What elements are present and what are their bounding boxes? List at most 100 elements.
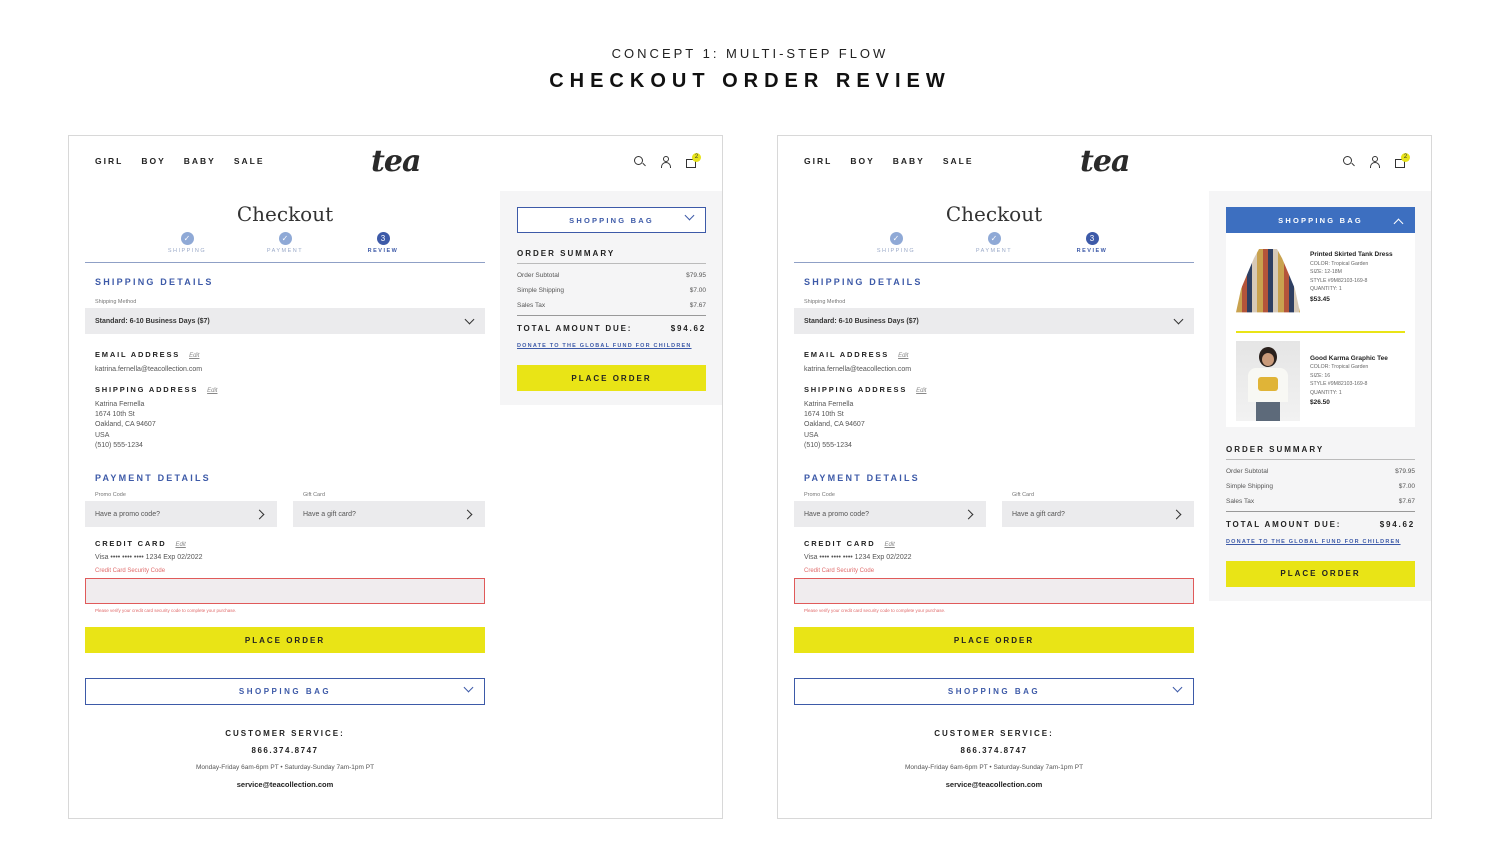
edit-address-link[interactable]: Edit <box>207 388 217 394</box>
order-summary-panel: SHOPPING BAG Printed Skirted Tank Dress … <box>1209 191 1431 601</box>
search-icon[interactable] <box>1343 156 1355 168</box>
nav-item-boy[interactable]: BOY <box>141 156 165 166</box>
nav-item-baby[interactable]: BABY <box>893 156 925 166</box>
search-icon[interactable] <box>634 156 646 168</box>
nav-item-girl[interactable]: GIRL <box>95 156 123 166</box>
address-line: USA <box>804 431 819 439</box>
edit-email-link[interactable]: Edit <box>898 353 908 359</box>
chevron-up-icon <box>1393 218 1404 229</box>
security-code-input[interactable] <box>794 578 1194 605</box>
step-label: SHIPPING <box>167 248 207 254</box>
shopping-bag-toggle[interactable]: SHOPPING BAG <box>794 678 1194 706</box>
nav-item-sale[interactable]: SALE <box>234 156 265 166</box>
customer-service-phone[interactable]: 866.374.8747 <box>794 746 1194 755</box>
edit-card-link[interactable]: Edit <box>175 542 185 548</box>
place-order-button[interactable]: PLACE ORDER <box>85 627 485 654</box>
checkout-column: Checkout ✓ SHIPPING ✓ PAYMENT 3 REVIEW S… <box>794 196 1194 789</box>
item-price: $53.45 <box>1310 295 1330 303</box>
step-shipping[interactable]: ✓ SHIPPING <box>157 232 217 254</box>
tee-thumbnail <box>1236 340 1300 421</box>
customer-service-hours: Monday-Friday 6am-6pm PT • Saturday-Sund… <box>195 764 375 772</box>
shopping-bag-toggle[interactable]: SHOPPING BAG <box>85 678 485 706</box>
shopping-bag-toggle[interactable]: SHOPPING BAG <box>517 207 706 233</box>
place-order-button[interactable]: PLACE ORDER <box>1226 560 1415 587</box>
edit-address-link[interactable]: Edit <box>916 388 926 394</box>
customer-service-email[interactable]: service@teacollection.com <box>85 780 485 789</box>
step-review: 3 REVIEW <box>353 232 413 254</box>
cart-count-badge: 2 <box>1401 153 1410 162</box>
promo-code-input[interactable]: Have a promo code? <box>85 501 277 528</box>
step-shipping[interactable]: ✓ SHIPPING <box>866 232 926 254</box>
step-payment[interactable]: ✓ PAYMENT <box>964 232 1024 254</box>
donate-link[interactable]: DONATE TO THE GLOBAL FUND FOR CHILDREN <box>517 343 706 349</box>
order-summary-panel: SHOPPING BAG ORDER SUMMARY Order Subtota… <box>500 191 722 405</box>
user-icon[interactable] <box>660 156 672 168</box>
step-number: 3 <box>376 232 390 245</box>
summary-value: $7.67 <box>689 302 706 309</box>
gift-card-input[interactable]: Have a gift card? <box>1002 501 1194 528</box>
shipping-method-label: Shipping Method <box>804 299 846 305</box>
item-price: $26.50 <box>1310 399 1330 407</box>
shipping-address: Katrina Fernella 1674 10th St Oakland, C… <box>804 400 1194 451</box>
place-order-button[interactable]: PLACE ORDER <box>517 365 706 391</box>
user-icon[interactable] <box>1369 156 1381 168</box>
summary-value: $7.00 <box>1398 482 1415 490</box>
nav-item-sale[interactable]: SALE <box>943 156 974 166</box>
step-label: REVIEW <box>367 248 399 254</box>
address-line: 1674 10th St <box>95 411 135 419</box>
summary-value: $7.00 <box>689 287 706 294</box>
gift-card-input[interactable]: Have a gift card? <box>293 501 485 528</box>
summary-label: Order Subtotal <box>1226 467 1269 475</box>
tea-logo[interactable]: tea <box>371 144 421 179</box>
shipping-details-heading: SHIPPING DETAILS <box>95 277 214 287</box>
place-order-button[interactable]: PLACE ORDER <box>794 627 1194 654</box>
checkout-frame-collapsed-bag: GIRL BOY BABY SALE tea 2 Checkout ✓ SHIP… <box>68 135 723 819</box>
bag-item[interactable]: Printed Skirted Tank Dress COLOR: Tropic… <box>1236 243 1405 323</box>
checkout-steps: ✓ SHIPPING ✓ PAYMENT 3 REVIEW <box>866 232 1122 254</box>
summary-label: Order Subtotal <box>517 272 560 279</box>
header-icons: 2 <box>1343 153 1410 168</box>
shopping-bag-toggle[interactable]: SHOPPING BAG <box>1226 207 1415 233</box>
customer-service: CUSTOMER SERVICE: 866.374.8747 Monday-Fr… <box>794 729 1194 789</box>
total-row: TOTAL AMOUNT DUE: $94.62 <box>517 315 706 333</box>
customer-service-phone[interactable]: 866.374.8747 <box>85 746 485 755</box>
nav-item-boy[interactable]: BOY <box>850 156 874 166</box>
donate-link[interactable]: DONATE TO THE GLOBAL FUND FOR CHILDREN <box>1226 539 1415 545</box>
total-value: $94.62 <box>1379 519 1415 529</box>
bag-icon[interactable]: 2 <box>1395 153 1410 168</box>
bag-items-list: Printed Skirted Tank Dress COLOR: Tropic… <box>1226 233 1415 427</box>
security-code-label: Credit Card Security Code <box>804 568 875 575</box>
shopping-bag-label: SHOPPING BAG <box>1278 215 1363 225</box>
order-summary-heading: ORDER SUMMARY <box>517 249 706 264</box>
tea-logo[interactable]: tea <box>1080 144 1130 179</box>
shipping-method-label: Shipping Method <box>95 299 137 305</box>
email-label: EMAIL ADDRESS <box>95 350 181 359</box>
edit-email-link[interactable]: Edit <box>189 353 199 359</box>
security-code-input[interactable] <box>85 578 485 605</box>
address-line: 1674 10th St <box>804 411 844 419</box>
checkout-steps: ✓ SHIPPING ✓ PAYMENT 3 REVIEW <box>157 232 413 254</box>
chevron-down-icon <box>1173 314 1184 324</box>
bag-item[interactable]: Good Karma Graphic Tee COLOR: Tropical G… <box>1236 340 1405 421</box>
shipping-method-select[interactable]: Standard: 6-10 Business Days ($7) <box>794 308 1194 334</box>
check-icon: ✓ <box>278 232 292 245</box>
chevron-right-icon <box>963 509 974 519</box>
address-line: Oakland, CA 94607 <box>804 421 865 429</box>
bag-icon[interactable]: 2 <box>686 153 701 168</box>
nav-item-girl[interactable]: GIRL <box>804 156 832 166</box>
promo-code-input[interactable]: Have a promo code? <box>794 501 986 528</box>
checkout-frame-expanded-bag: GIRL BOY BABY SALE tea 2 Checkout ✓ SHIP… <box>777 135 1432 819</box>
main-nav: GIRL BOY BABY SALE <box>804 156 974 166</box>
summary-label: Simple Shipping <box>517 287 564 294</box>
shopping-bag-label: SHOPPING BAG <box>238 687 332 697</box>
promo-code-placeholder: Have a promo code? <box>95 510 160 518</box>
edit-card-link[interactable]: Edit <box>884 542 894 548</box>
address-line: USA <box>95 431 110 439</box>
email-label: EMAIL ADDRESS <box>804 350 890 359</box>
customer-service-email[interactable]: service@teacollection.com <box>794 780 1194 789</box>
security-code-label: Credit Card Security Code <box>95 568 166 575</box>
shipping-method-select[interactable]: Standard: 6-10 Business Days ($7) <box>85 308 485 334</box>
nav-item-baby[interactable]: BABY <box>184 156 216 166</box>
item-name: Good Karma Graphic Tee <box>1310 354 1388 362</box>
step-payment[interactable]: ✓ PAYMENT <box>255 232 315 254</box>
